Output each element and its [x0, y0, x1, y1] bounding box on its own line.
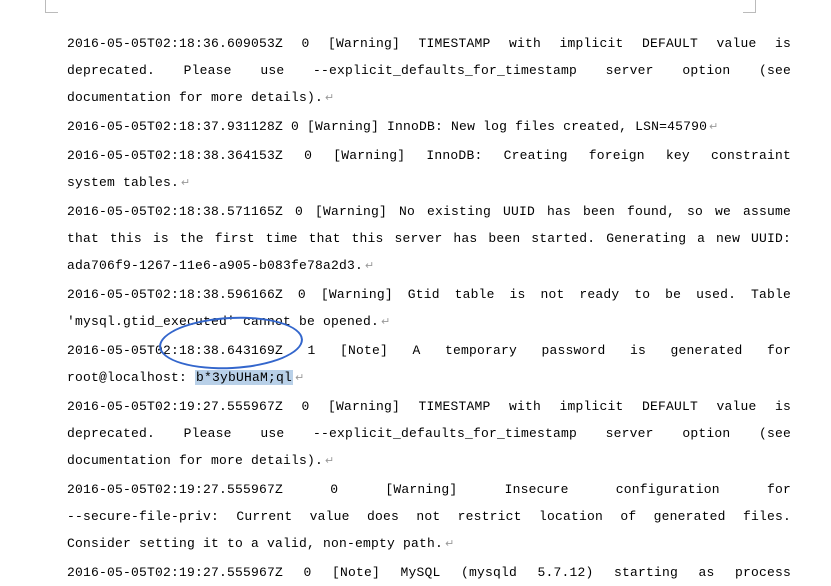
log-text: 2016-05-05T02:19:27.555967Z 0 [Warning] … [67, 399, 791, 414]
log-text: Consider setting it to a valid, non-empt… [67, 536, 443, 551]
log-text: deprecated. Please use --explicit_defaul… [67, 63, 791, 78]
log-text: 2016-05-05T02:19:27.555967Z 0 [Note] MyS… [67, 565, 791, 580]
log-line: documentation for more details).↵ [67, 84, 791, 113]
corner-mark-left [45, 0, 58, 13]
temporary-password: b*3ybUHaM;ql [195, 370, 293, 385]
log-line: --secure-file-priv: Current value does n… [67, 503, 791, 530]
log-line: deprecated. Please use --explicit_defaul… [67, 420, 791, 447]
return-icon: ↵ [323, 456, 334, 468]
log-line: 2016-05-05T02:18:38.571165Z 0 [Warning] … [67, 198, 791, 225]
log-line: 2016-05-05T02:18:38.364153Z 0 [Warning] … [67, 142, 791, 169]
return-icon: ↵ [443, 539, 454, 551]
log-line: root@localhost: b*3ybUHaM;ql↵ [67, 364, 791, 393]
log-line: 2016-05-05T02:19:27.555967Z 0 [Warning] … [67, 476, 791, 503]
log-text: 2016-05-05T02:18:38.364153Z 0 [Warning] … [67, 148, 791, 163]
log-text: that this is the first time that this se… [67, 231, 791, 246]
log-line: 2016-05-05T02:19:27.555967Z 0 [Warning] … [67, 393, 791, 420]
log-line: 'mysql.gtid_executed' cannot be opened.↵ [67, 308, 791, 337]
log-line: that this is the first time that this se… [67, 225, 791, 252]
log-line: 2016-05-05T02:19:27.555967Z 0 [Note] MyS… [67, 559, 791, 586]
log-line: 2016-05-05T02:18:38.643169Z 1 [Note] A t… [67, 337, 791, 364]
log-line: 2016-05-05T02:18:36.609053Z 0 [Warning] … [67, 30, 791, 57]
log-text: 2016-05-05T02:18:37.931128Z 0 [Warning] … [67, 119, 707, 134]
log-line: 2016-05-05T02:18:37.931128Z 0 [Warning] … [67, 113, 791, 142]
log-text: ada706f9-1267-11e6-a905-b083fe78a2d3. [67, 258, 363, 273]
log-text: 'mysql.gtid_executed' cannot be opened. [67, 314, 379, 329]
log-text: documentation for more details). [67, 453, 323, 468]
return-icon: ↵ [293, 373, 304, 385]
log-text: 2016-05-05T02:18:38.571165Z 0 [Warning] … [67, 204, 791, 219]
log-text: 2016-05-05T02:18:38.643169Z 1 [Note] A t… [67, 343, 791, 358]
return-icon: ↵ [707, 122, 718, 134]
log-line: 2016-05-05T02:18:38.596166Z 0 [Warning] … [67, 281, 791, 308]
log-content: 2016-05-05T02:18:36.609053Z 0 [Warning] … [0, 0, 831, 586]
log-text: system tables. [67, 175, 179, 190]
log-text: 2016-05-05T02:18:36.609053Z 0 [Warning] … [67, 36, 791, 51]
corner-mark-right [743, 0, 756, 13]
return-icon: ↵ [323, 93, 334, 105]
log-text: documentation for more details). [67, 90, 323, 105]
log-line: Consider setting it to a valid, non-empt… [67, 530, 791, 559]
return-icon: ↵ [179, 178, 190, 190]
log-text: root@localhost: [67, 370, 187, 385]
return-icon: ↵ [379, 317, 390, 329]
log-line: documentation for more details).↵ [67, 447, 791, 476]
log-text: deprecated. Please use --explicit_defaul… [67, 426, 791, 441]
log-line: deprecated. Please use --explicit_defaul… [67, 57, 791, 84]
log-line: system tables.↵ [67, 169, 791, 198]
page-corner-marks [0, 0, 831, 18]
log-line: ada706f9-1267-11e6-a905-b083fe78a2d3.↵ [67, 252, 791, 281]
log-text: --secure-file-priv: Current value does n… [67, 509, 791, 524]
log-text: 2016-05-05T02:18:38.596166Z 0 [Warning] … [67, 287, 791, 302]
log-text: 2016-05-05T02:19:27.555967Z 0 [Warning] … [67, 482, 791, 497]
return-icon: ↵ [363, 261, 374, 273]
